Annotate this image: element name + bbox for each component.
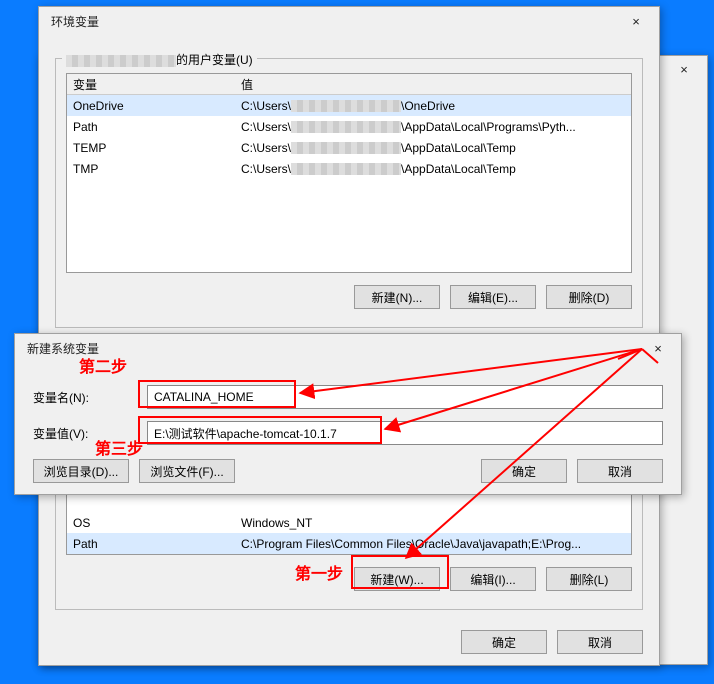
annotation-step2: 第二步 — [79, 353, 127, 377]
user-vars-group: 的用户变量(U) 变量 值 OneDrive C:\Users\\OneDriv… — [55, 58, 643, 328]
header-var: 变量 — [67, 76, 237, 93]
user-vars-legend: 的用户变量(U) — [62, 51, 257, 68]
ok-button[interactable]: 确定 — [481, 459, 567, 483]
table-header: 变量 值 — [67, 74, 631, 95]
user-vars-table[interactable]: 变量 值 OneDrive C:\Users\\OneDrive Path C:… — [66, 73, 632, 273]
annotation-box-newbtn — [351, 555, 449, 589]
close-icon[interactable]: × — [621, 14, 651, 29]
browse-file-button[interactable]: 浏览文件(F)... — [139, 459, 235, 483]
table-row[interactable]: OS Windows_NT — [67, 512, 631, 533]
annotation-step1: 第一步 — [295, 560, 343, 584]
delete-user-var-button[interactable]: 删除(D) — [546, 285, 632, 309]
env-vars-titlebar: 环境变量 × — [39, 7, 659, 36]
cancel-button[interactable]: 取消 — [557, 630, 643, 654]
table-row[interactable]: TMP C:\Users\\AppData\Local\Temp — [67, 158, 631, 179]
dialog-title: 环境变量 — [51, 13, 99, 30]
delete-sys-var-button[interactable]: 删除(L) — [546, 567, 632, 591]
table-row[interactable]: OneDrive C:\Users\\OneDrive — [67, 95, 631, 116]
table-row[interactable]: TEMP C:\Users\\AppData\Local\Temp — [67, 137, 631, 158]
sys-vars-buttons: 新建(W)... 编辑(I)... 删除(L) — [56, 559, 642, 591]
close-icon[interactable]: × — [643, 341, 673, 356]
table-row[interactable]: Path C:\Program Files\Common Files\Oracl… — [67, 533, 631, 554]
close-icon[interactable]: × — [669, 62, 699, 77]
annotation-box-value — [138, 416, 382, 444]
var-name-row: 变量名(N): — [15, 379, 681, 415]
annotation-box-name — [138, 380, 296, 408]
browse-dir-button[interactable]: 浏览目录(D)... — [33, 459, 129, 483]
var-name-label: 变量名(N): — [33, 389, 139, 406]
cancel-button[interactable]: 取消 — [577, 459, 663, 483]
table-row[interactable]: Path C:\Users\\AppData\Local\Programs\Py… — [67, 116, 631, 137]
ok-button[interactable]: 确定 — [461, 630, 547, 654]
edit-sys-var-button[interactable]: 编辑(I)... — [450, 567, 536, 591]
env-dialog-buttons: 确定 取消 — [39, 620, 659, 668]
edit-user-var-button[interactable]: 编辑(E)... — [450, 285, 536, 309]
header-val: 值 — [237, 76, 631, 93]
annotation-step3: 第三步 — [95, 435, 143, 459]
new-user-var-button[interactable]: 新建(N)... — [354, 285, 440, 309]
user-vars-buttons: 新建(N)... 编辑(E)... 删除(D) — [56, 277, 642, 309]
